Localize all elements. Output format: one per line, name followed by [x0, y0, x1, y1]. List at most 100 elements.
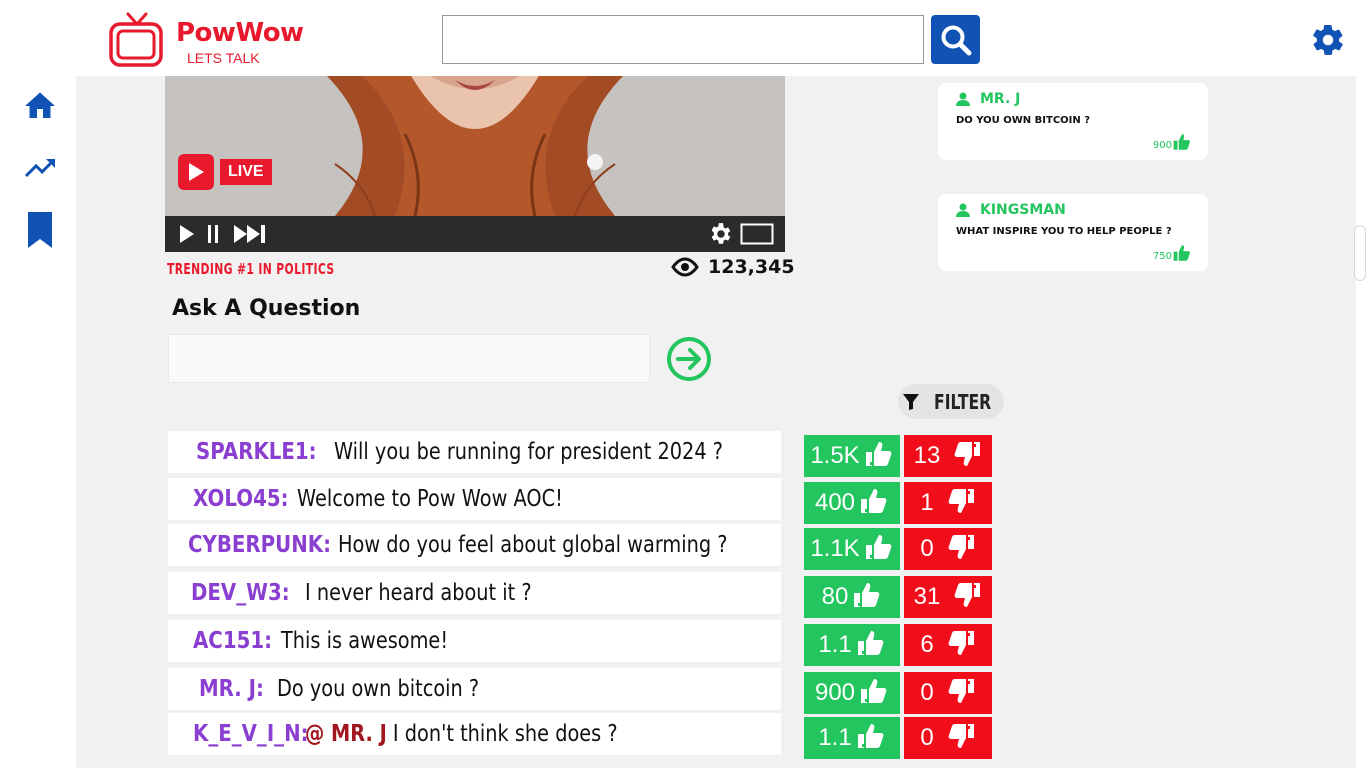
question-text: DO YOU OWN BITCOIN ?	[956, 115, 1091, 126]
user-icon	[956, 92, 970, 106]
view-count: 123,345	[670, 256, 795, 278]
downvote-button[interactable]: 0	[904, 672, 992, 714]
chat-message-body: How do you feel about global warming ?	[338, 532, 728, 558]
eye-icon	[671, 257, 699, 277]
chat-message-row[interactable]: MR. J: Do you own bitcoin ?	[168, 668, 781, 710]
tv-logo-icon	[109, 12, 163, 67]
app-logo[interactable]: PowWow LETS TALK	[108, 10, 308, 68]
downvote-button[interactable]: 0	[904, 528, 992, 570]
upvote-count: 1.5K	[810, 442, 860, 469]
downvote-button[interactable]: 1	[904, 482, 992, 524]
chat-username[interactable]: MR. J:	[199, 676, 264, 702]
downvote-count: 1	[920, 489, 934, 516]
chat-message-body: Will you be running for president 2024 ?	[334, 439, 724, 465]
chat-message-body: I never heard about it ?	[305, 580, 532, 606]
upvote-button[interactable]: 1.1	[804, 624, 900, 666]
nav-item-trending[interactable]	[20, 148, 60, 188]
bookmark-icon	[28, 212, 52, 248]
downvote-button[interactable]: 13	[904, 435, 992, 477]
chat-username[interactable]: SPARKLE1:	[196, 439, 317, 465]
thumbs-up-icon	[864, 533, 894, 566]
upvote-button[interactable]: 1.1	[804, 717, 900, 759]
chat-mention[interactable]: @ MR. J	[305, 721, 387, 747]
chat-message-text: Welcome to Pow Wow AOC!	[297, 486, 563, 512]
chat-username[interactable]: K_E_V_I_N:	[193, 721, 309, 747]
thumbs-down-icon	[946, 629, 976, 662]
chat-username[interactable]: CYBERPUNK:	[188, 532, 331, 558]
submit-question-button[interactable]	[666, 336, 712, 382]
side-navigation	[0, 76, 76, 768]
question-like-count: 900	[1152, 140, 1172, 151]
question-author: KINGSMAN	[980, 202, 1066, 218]
pause-button[interactable]	[203, 220, 223, 248]
chat-message-row[interactable]: DEV_W3: I never heard about it ?	[168, 572, 781, 614]
downvote-button[interactable]: 6	[904, 624, 992, 666]
gear-icon	[711, 223, 731, 244]
play-button[interactable]	[177, 220, 197, 248]
arrow-right-circle-icon	[667, 337, 711, 381]
thumbs-down-icon	[946, 722, 976, 755]
question-card[interactable]: KINGSMAN WHAT INSPIRE YOU TO HELP PEOPLE …	[938, 194, 1208, 271]
chat-username[interactable]: AC151:	[193, 628, 272, 654]
upvote-button[interactable]: 1.1K	[804, 528, 900, 570]
thumbs-up-icon[interactable]	[1172, 244, 1192, 262]
upvote-button[interactable]: 400	[804, 482, 900, 524]
thumbs-up-icon	[856, 629, 886, 662]
scrollbar-handle[interactable]	[1354, 225, 1366, 281]
live-badge: LIVE	[178, 154, 272, 190]
chat-message-row[interactable]: AC151: This is awesome!	[168, 620, 781, 662]
filter-label: FILTER	[934, 389, 992, 414]
fullscreen-button[interactable]	[739, 220, 775, 248]
user-icon	[956, 203, 970, 217]
chat-message-text: This is awesome!	[281, 628, 448, 654]
question-author: MR. J	[980, 91, 1021, 107]
thumbs-up-icon	[859, 487, 889, 520]
chat-message-body: Do you own bitcoin ?	[277, 676, 480, 702]
video-player[interactable]: LIVE	[165, 74, 785, 252]
downvote-count: 31	[913, 583, 941, 610]
filter-button[interactable]: FILTER	[898, 384, 1004, 419]
upvote-button[interactable]: 900	[804, 672, 900, 714]
thumbs-up-icon	[859, 677, 889, 710]
search-input[interactable]	[442, 15, 924, 64]
downvote-count: 0	[920, 535, 934, 562]
chat-message-row[interactable]: XOLO45: Welcome to Pow Wow AOC!	[168, 478, 781, 520]
downvote-count: 6	[920, 631, 934, 658]
upvote-count: 80	[821, 583, 849, 610]
chat-message-body: I don't think she does ?	[392, 721, 618, 747]
downvote-count: 13	[913, 442, 941, 469]
nav-item-home[interactable]	[20, 86, 60, 126]
video-controls	[165, 216, 785, 252]
ask-question-title: Ask A Question	[172, 296, 361, 321]
question-card[interactable]: MR. J DO YOU OWN BITCOIN ? 900	[938, 83, 1208, 160]
chat-username[interactable]: XOLO45:	[193, 486, 289, 512]
video-settings-button[interactable]	[705, 220, 735, 248]
chat-message-row[interactable]: K_E_V_I_N: @ MR. J I don't think she does…	[168, 713, 781, 755]
thumbs-up-icon[interactable]	[1172, 133, 1192, 151]
view-count-value: 123,345	[708, 256, 795, 278]
downvote-button[interactable]: 0	[904, 717, 992, 759]
downvote-count: 0	[920, 679, 934, 706]
chat-message-row[interactable]: CYBERPUNK: How do you feel about global w…	[168, 524, 781, 566]
upvote-button[interactable]: 1.5K	[804, 435, 900, 477]
chat-username[interactable]: DEV_W3:	[191, 580, 290, 606]
upvote-count: 900	[814, 679, 856, 706]
trending-icon	[25, 159, 55, 177]
chat-message-row[interactable]: SPARKLE1: Will you be running for preside…	[168, 431, 781, 473]
home-icon	[25, 92, 55, 118]
play-icon	[180, 225, 194, 243]
chat-message-body: This is awesome!	[281, 628, 449, 654]
skip-forward-icon	[234, 225, 265, 243]
live-play-icon	[178, 154, 214, 190]
top-bar: PowWow LETS TALK	[0, 0, 1366, 76]
question-input[interactable]	[168, 334, 650, 383]
downvote-button[interactable]: 31	[904, 576, 992, 618]
nav-item-bookmarks[interactable]	[20, 210, 60, 250]
search-button[interactable]	[931, 15, 980, 64]
upvote-button[interactable]: 80	[804, 576, 900, 618]
video-frame	[165, 74, 785, 216]
skip-forward-button[interactable]	[231, 220, 269, 248]
chat-message-text: @ MR. J I don't think she does ?	[305, 721, 618, 747]
thumbs-down-icon	[952, 581, 982, 614]
settings-button[interactable]	[1308, 20, 1348, 60]
